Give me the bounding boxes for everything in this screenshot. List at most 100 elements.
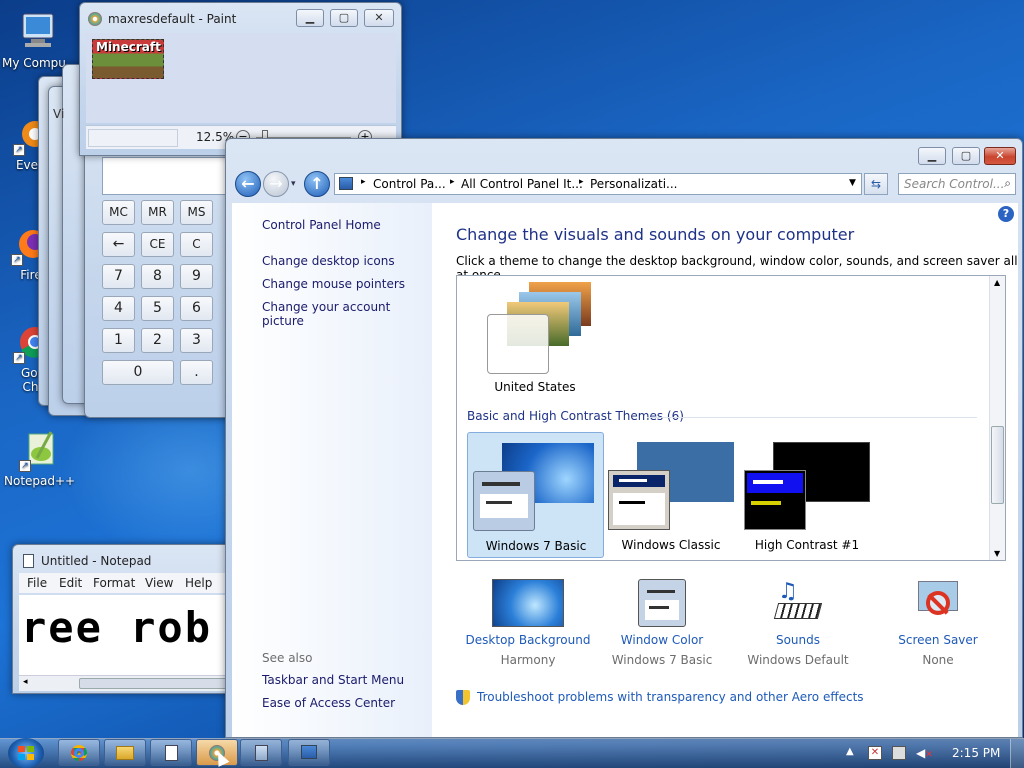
up-button[interactable]: ↑	[304, 171, 330, 197]
desktop-icon-notepad-plus-plus[interactable]: ↗ Notepad++	[4, 428, 75, 488]
taskbar-explorer[interactable]	[104, 739, 146, 766]
notepad-window-title: Untitled - Notepad	[41, 554, 152, 568]
breadcrumb-control-panel[interactable]: Control Pa...	[373, 177, 446, 191]
see-also-taskbar[interactable]: Taskbar and Start Menu	[262, 673, 404, 687]
address-bar[interactable]: ▸ Control Pa... ▸ All Control Panel It..…	[334, 173, 862, 195]
sidebar: Control Panel Home Change desktop icons …	[232, 203, 432, 737]
calc-6-button[interactable]: 6	[180, 296, 213, 321]
paint-window[interactable]: maxresdefault - Paint ▁ ▢ ✕ Minecraft 12…	[79, 2, 402, 156]
network-icon[interactable]	[892, 746, 906, 760]
calc-backspace-button[interactable]: ←	[102, 232, 135, 257]
close-button[interactable]: ✕	[984, 147, 1016, 165]
content-area: Control Panel Home Change desktop icons …	[232, 203, 1018, 737]
folder-icon	[116, 746, 134, 760]
taskbar-control-panel[interactable]	[288, 739, 330, 766]
paint-image[interactable]: Minecraft	[92, 39, 164, 79]
menu-edit[interactable]: Edit	[59, 576, 82, 590]
sidebar-change-account-picture[interactable]: Change your account picture	[262, 300, 432, 328]
scroll-up-icon[interactable]: ▲	[994, 278, 1000, 287]
recent-pages-chevron-icon[interactable]: ▾	[291, 179, 296, 189]
address-dropdown-icon[interactable]: ▼	[849, 178, 856, 188]
calc-3-button[interactable]: 3	[180, 328, 213, 353]
close-button[interactable]: ✕	[364, 9, 394, 27]
calc-7-button[interactable]: 7	[102, 264, 135, 289]
menu-help[interactable]: Help	[185, 576, 212, 590]
theme-list-scrollbar[interactable]: ▲ ▼	[989, 276, 1005, 560]
menu-file[interactable]: File	[27, 576, 47, 590]
desktop-background-value: Harmony	[500, 653, 556, 667]
calc-mc-button[interactable]: MC	[102, 200, 135, 225]
theme-united-states[interactable]: United States	[467, 278, 597, 396]
minimize-button[interactable]: ▁	[918, 147, 946, 165]
minimize-button[interactable]: ▁	[296, 9, 324, 27]
calc-1-button[interactable]: 1	[102, 328, 135, 353]
screen-saver-icon	[914, 579, 962, 627]
calc-5-button[interactable]: 5	[141, 296, 174, 321]
theme-list[interactable]: United States Basic and High Contrast Th…	[456, 275, 1006, 561]
notepad-horizontal-scrollbar[interactable]: ◂	[19, 675, 231, 691]
back-button[interactable]: ←	[235, 171, 261, 197]
calc-decimal-button[interactable]: .	[180, 360, 213, 385]
calc-0-button[interactable]: 0	[102, 360, 174, 385]
volume-icon[interactable]: ◀✕	[916, 746, 933, 760]
show-desktop-button[interactable]	[1010, 739, 1024, 768]
taskbar-chrome[interactable]	[58, 739, 100, 766]
sidebar-control-panel-home[interactable]: Control Panel Home	[262, 218, 381, 232]
notepad-text-area[interactable]: ree rob	[19, 595, 231, 675]
breadcrumb-all-items[interactable]: All Control Panel It...	[461, 177, 583, 191]
search-box[interactable]: Search Control... ⌕	[898, 173, 1016, 195]
calc-9-button[interactable]: 9	[180, 264, 213, 289]
theme-label: Windows 7 Basic	[485, 539, 587, 553]
notepad-window[interactable]: Untitled - Notepad File Edit Format View…	[12, 544, 232, 694]
sounds-setting[interactable]: ♫ Sounds Windows Default	[736, 579, 860, 669]
sidebar-change-mouse-pointers[interactable]: Change mouse pointers	[262, 277, 405, 291]
scroll-down-icon[interactable]: ▼	[994, 549, 1000, 558]
desktop-background-link[interactable]: Desktop Background	[456, 633, 600, 647]
breadcrumb-personalization[interactable]: Personalizati...	[590, 177, 677, 191]
screen-saver-link[interactable]: Screen Saver	[876, 633, 1000, 647]
start-button[interactable]	[8, 738, 44, 768]
scroll-thumb[interactable]	[79, 678, 229, 689]
screen-saver-setting[interactable]: Screen Saver None	[876, 579, 1000, 669]
desktop-background-icon	[492, 579, 564, 627]
taskbar-calculator[interactable]	[240, 739, 282, 766]
theme-windows-7-basic[interactable]: Windows 7 Basic	[467, 432, 604, 558]
control-panel-icon	[301, 745, 317, 759]
window-color-setting[interactable]: Window Color Windows 7 Basic	[600, 579, 724, 669]
show-hidden-icons-icon[interactable]: ▲	[846, 746, 854, 757]
taskbar-clock[interactable]: 2:15 PM	[952, 746, 1000, 760]
scroll-left-icon[interactable]: ◂	[23, 677, 28, 687]
maximize-button[interactable]: ▢	[952, 147, 980, 165]
calc-4-button[interactable]: 4	[102, 296, 135, 321]
sounds-link[interactable]: Sounds	[736, 633, 860, 647]
calc-8-button[interactable]: 8	[141, 264, 174, 289]
calc-c-button[interactable]: C	[180, 232, 213, 257]
theme-windows-classic[interactable]: Windows Classic	[603, 432, 740, 558]
action-center-icon[interactable]: ✕	[868, 746, 882, 760]
see-also-ease-of-access[interactable]: Ease of Access Center	[262, 696, 395, 710]
calculator-display	[102, 157, 232, 195]
notepad-plus-plus-icon: ↗	[17, 428, 61, 472]
refresh-button[interactable]: ⇆	[864, 173, 888, 195]
paint-canvas-area[interactable]: Minecraft	[86, 33, 396, 123]
forward-button[interactable]: →	[263, 171, 289, 197]
menu-view[interactable]: View	[145, 576, 173, 590]
window-color-link[interactable]: Window Color	[600, 633, 724, 647]
menu-format[interactable]: Format	[93, 576, 135, 590]
theme-high-contrast-1[interactable]: High Contrast #1	[739, 432, 876, 558]
paint-app-icon	[88, 12, 102, 26]
calc-ce-button[interactable]: CE	[141, 232, 174, 257]
calc-ms-button[interactable]: MS	[180, 200, 213, 225]
calc-2-button[interactable]: 2	[141, 328, 174, 353]
scroll-thumb[interactable]	[991, 426, 1004, 504]
maximize-button[interactable]: ▢	[330, 9, 358, 27]
sidebar-change-desktop-icons[interactable]: Change desktop icons	[262, 254, 395, 268]
desktop-icon-my-computer[interactable]: My Compu	[2, 10, 72, 70]
calc-mr-button[interactable]: MR	[141, 200, 174, 225]
personalization-window[interactable]: ▁ ▢ ✕ ← → ▾ ↑ ▸ Control Pa... ▸ All Cont…	[225, 138, 1023, 738]
troubleshoot-link[interactable]: Troubleshoot problems with transparency …	[477, 690, 864, 704]
taskbar-notepad[interactable]	[150, 739, 192, 766]
help-icon[interactable]: ?	[998, 206, 1014, 222]
desktop-background-setting[interactable]: Desktop Background Harmony	[456, 579, 600, 669]
chrome-icon	[71, 745, 87, 761]
